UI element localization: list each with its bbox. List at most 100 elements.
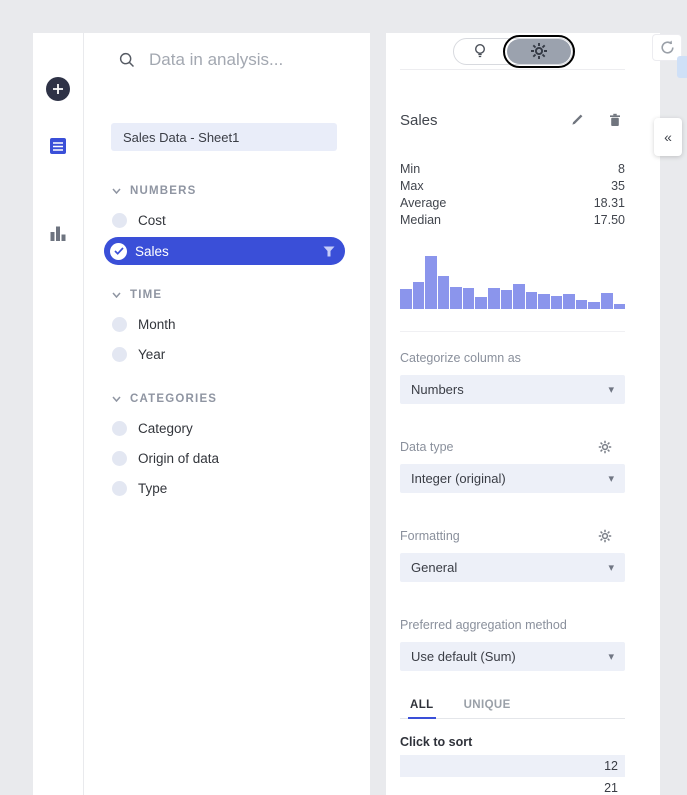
value-cell: 21 xyxy=(604,781,618,795)
section-label: NUMBERS xyxy=(130,185,197,197)
sort-hint[interactable]: Click to sort xyxy=(400,735,625,749)
data-type-settings-gear-icon[interactable] xyxy=(598,440,612,454)
histogram-bar xyxy=(488,288,500,309)
stat-label: Average xyxy=(400,196,446,210)
recommendations-toggle-button[interactable] xyxy=(454,38,506,65)
histogram-bar xyxy=(526,292,538,309)
collapse-panel-button[interactable]: « xyxy=(654,118,682,156)
stat-label: Median xyxy=(400,213,441,227)
value-row[interactable]: 21 xyxy=(400,777,625,795)
histogram-bar xyxy=(475,297,487,309)
panel-edge-fragment xyxy=(677,56,687,78)
stat-value: 18.31 xyxy=(594,196,625,210)
data-panel: Sales Data - Sheet1 NUMBERS Cost Sales T… xyxy=(84,33,370,795)
column-label: Month xyxy=(138,317,176,332)
column-item-year[interactable]: Year xyxy=(112,339,370,369)
histogram-bar xyxy=(513,284,525,309)
chevron-down-icon xyxy=(112,292,121,298)
formatting-settings-gear-icon[interactable] xyxy=(598,529,612,543)
column-title: Sales xyxy=(400,112,438,129)
values-tabs: ALL UNIQUE xyxy=(400,699,625,719)
caret-down-icon: ▾ xyxy=(608,472,614,485)
trash-icon xyxy=(607,112,623,128)
lightbulb-icon xyxy=(473,43,487,59)
refresh-icon xyxy=(659,39,676,56)
caret-down-icon: ▾ xyxy=(608,561,614,574)
check-circle-icon xyxy=(110,243,127,260)
histogram xyxy=(400,252,625,309)
stat-value: 35 xyxy=(611,179,625,193)
column-label: Category xyxy=(138,421,193,436)
caret-down-icon: ▾ xyxy=(608,383,614,396)
stat-value: 17.50 xyxy=(594,213,625,227)
column-stats: Min 8 Max 35 Average 18.31 Median 17.50 xyxy=(400,160,625,228)
histogram-bar xyxy=(400,289,412,309)
histogram-bar xyxy=(501,290,513,309)
field-data-type: Data type Integer (original) ▾ xyxy=(400,439,625,493)
filter-icon[interactable] xyxy=(323,246,335,257)
properties-toggle-button[interactable] xyxy=(507,39,571,64)
column-properties-panel: Sales Min 8 Max 35 Average 18.31 Media xyxy=(386,33,660,795)
histogram-bar xyxy=(413,282,425,309)
bar-chart-icon xyxy=(48,223,68,243)
aggregation-select[interactable]: Use default (Sum) ▾ xyxy=(400,642,625,671)
field-label: Preferred aggregation method xyxy=(400,618,567,632)
chevron-down-icon xyxy=(112,188,121,194)
field-categorize: Categorize column as Numbers ▾ xyxy=(400,350,625,404)
histogram-bar xyxy=(601,293,613,309)
value-cell: 12 xyxy=(604,759,618,773)
edit-column-button[interactable] xyxy=(567,110,587,130)
tab-all[interactable]: ALL xyxy=(408,699,436,719)
data-type-select[interactable]: Integer (original) ▾ xyxy=(400,464,625,493)
data-in-analysis-button[interactable] xyxy=(44,132,72,160)
section-label: CATEGORIES xyxy=(130,393,217,405)
section-label: TIME xyxy=(130,289,162,301)
chevron-down-icon xyxy=(112,396,121,402)
histogram-bar xyxy=(538,294,550,309)
column-item-sales[interactable]: Sales xyxy=(104,237,345,265)
column-label: Type xyxy=(138,481,167,496)
histogram-bar xyxy=(450,287,462,309)
column-label: Origin of data xyxy=(138,451,219,466)
value-row[interactable]: 12 xyxy=(400,755,625,777)
column-circle-icon xyxy=(112,451,127,466)
search-bar xyxy=(84,33,370,87)
add-data-button[interactable] xyxy=(46,77,70,101)
histogram-bar xyxy=(614,304,626,309)
gear-icon xyxy=(530,42,548,60)
field-label: Data type xyxy=(400,440,454,454)
field-label: Formatting xyxy=(400,529,460,543)
field-formatting: Formatting General ▾ xyxy=(400,528,625,582)
column-item-category[interactable]: Category xyxy=(112,413,370,443)
stat-row-average: Average 18.31 xyxy=(400,194,625,211)
section-header-numbers[interactable]: NUMBERS xyxy=(112,177,370,205)
section-divider xyxy=(400,331,625,332)
search-icon xyxy=(118,51,136,69)
stat-row-median: Median 17.50 xyxy=(400,211,625,228)
mode-segmented-control xyxy=(453,38,573,65)
stat-label: Max xyxy=(400,179,424,193)
column-circle-icon xyxy=(112,347,127,362)
column-item-type[interactable]: Type xyxy=(112,473,370,503)
column-label: Year xyxy=(138,347,165,362)
histogram-bar xyxy=(588,302,600,309)
app-window: Sales Data - Sheet1 NUMBERS Cost Sales T… xyxy=(0,0,687,795)
select-value: Numbers xyxy=(411,382,464,397)
categorize-select[interactable]: Numbers ▾ xyxy=(400,375,625,404)
search-input[interactable] xyxy=(149,50,339,70)
tab-unique[interactable]: UNIQUE xyxy=(462,699,513,719)
delete-column-button[interactable] xyxy=(605,110,625,130)
column-item-cost[interactable]: Cost xyxy=(112,205,370,235)
data-table-icon xyxy=(48,136,68,156)
visualizations-button[interactable] xyxy=(44,219,72,247)
section-header-categories[interactable]: CATEGORIES xyxy=(112,385,370,413)
pencil-icon xyxy=(569,112,585,128)
column-item-month[interactable]: Month xyxy=(112,309,370,339)
stat-row-max: Max 35 xyxy=(400,177,625,194)
column-item-origin-of-data[interactable]: Origin of data xyxy=(112,443,370,473)
data-source-chip[interactable]: Sales Data - Sheet1 xyxy=(111,123,337,151)
formatting-select[interactable]: General ▾ xyxy=(400,553,625,582)
field-aggregation: Preferred aggregation method Use default… xyxy=(400,617,625,671)
section-header-time[interactable]: TIME xyxy=(112,281,370,309)
histogram-bar xyxy=(438,276,450,309)
